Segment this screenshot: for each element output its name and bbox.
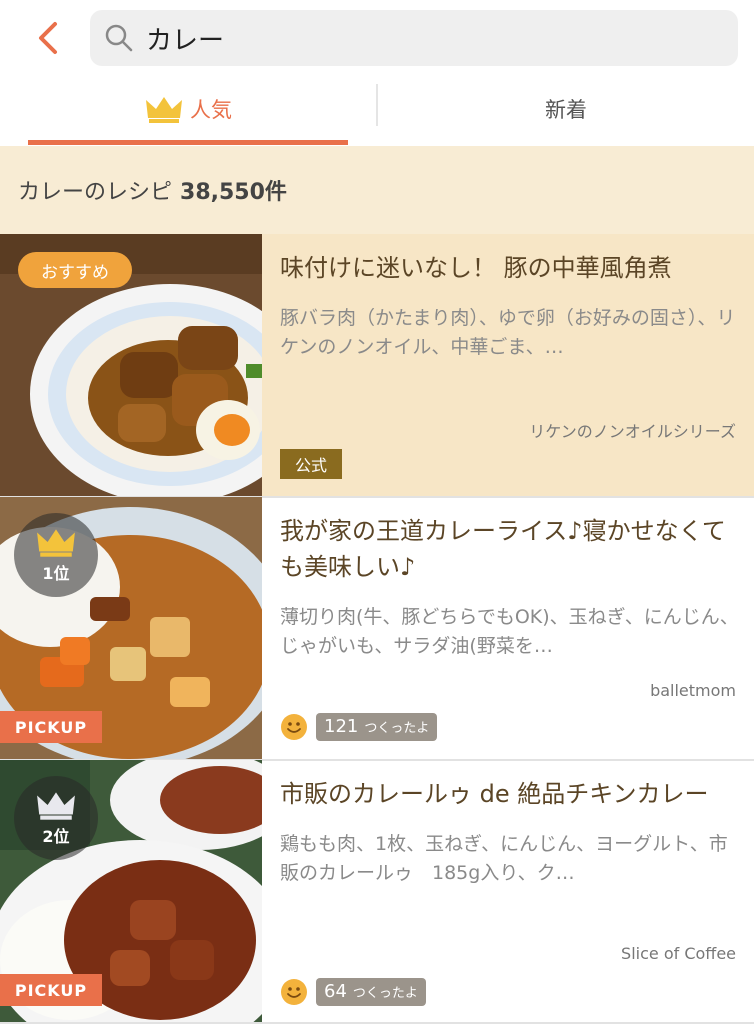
rank-label: 2位 [42, 827, 70, 846]
made-label: つくったよ [364, 721, 430, 736]
made-count-badge[interactable]: 64 つくったよ [316, 978, 426, 1006]
chevron-left-icon [39, 22, 57, 54]
result-count: 38,550件 [180, 180, 287, 205]
sort-tabs: 人気 新着 [0, 76, 754, 147]
smiley-icon [281, 979, 307, 1005]
recipe-author[interactable]: balletmom [650, 681, 736, 700]
made-label: つくったよ [352, 986, 418, 1001]
official-badge: 公式 [280, 449, 342, 479]
recipe-card[interactable]: おすすめ 味付けに迷いなし！ 豚の中華風角煮 豚バラ肉（かたまり肉）、ゆで卵（お… [0, 234, 754, 498]
crown-icon [37, 792, 75, 820]
recipe-thumbnail[interactable]: 2位 PICKUP [0, 760, 262, 1022]
rank-badge: 2位 [14, 776, 98, 860]
rank-badge: 1位 [14, 513, 98, 597]
recipe-author[interactable]: Slice of Coffee [621, 944, 736, 963]
recipe-info: 市販のカレールゥ de 絶品チキンカレー 鶏もも肉、1枚、玉ねぎ、にんじん、ヨー… [280, 776, 740, 888]
pickup-badge: PICKUP [0, 711, 102, 743]
result-count-bar: カレーのレシピ 38,550件 [0, 146, 754, 234]
top-bar: カレー [0, 0, 754, 76]
search-query[interactable]: カレー [146, 20, 224, 57]
search-field[interactable]: カレー [90, 10, 738, 66]
recipe-title[interactable]: 味付けに迷いなし！ 豚の中華風角煮 [280, 250, 740, 286]
made-count-badge[interactable]: 121 つくったよ [316, 713, 438, 741]
back-button[interactable] [26, 14, 70, 62]
recipe-card[interactable]: 2位 PICKUP 市販のカレールゥ de 絶品チキンカレー 鶏もも肉、1枚、玉… [0, 760, 754, 1024]
recipe-thumbnail[interactable]: 1位 PICKUP [0, 497, 262, 759]
made-count: 121 [324, 716, 359, 737]
smiley-icon [281, 714, 307, 740]
recipe-ingredients: 鶏もも肉、1枚、玉ねぎ、にんじん、ヨーグルト、市販のカレールゥ 185g入り、ク… [280, 833, 728, 884]
recipe-title[interactable]: 我が家の王道カレーライス♪寝かせなくても美味しい♪ [280, 513, 740, 585]
recipe-ingredients: 薄切り肉(牛、豚どちらでもOK)、玉ねぎ、にんじん、じゃがいも、サラダ油(野菜を… [280, 606, 739, 657]
recipe-thumbnail[interactable]: おすすめ [0, 234, 262, 496]
made-count: 64 [324, 981, 347, 1002]
result-label: カレーのレシピ [18, 180, 173, 205]
search-icon [105, 24, 133, 52]
tab-popular-label: 人気 [190, 98, 232, 122]
pickup-badge: PICKUP [0, 974, 102, 1006]
active-tab-indicator [28, 140, 348, 145]
tab-new-label: 新着 [545, 98, 587, 122]
recommended-badge: おすすめ [18, 252, 132, 288]
tab-popular[interactable]: 人気 [28, 76, 348, 142]
recipe-title[interactable]: 市販のカレールゥ de 絶品チキンカレー [280, 776, 740, 812]
crown-icon [37, 529, 75, 557]
rank-label: 1位 [42, 564, 70, 583]
recipe-author[interactable]: リケンのノンオイルシリーズ [529, 418, 736, 442]
recipe-ingredients: 豚バラ肉（かたまり肉）、ゆで卵（お好みの固さ）、リケンのノンオイル、中華ごま、… [280, 307, 736, 358]
tab-new[interactable]: 新着 [378, 76, 754, 142]
recipe-card[interactable]: 1位 PICKUP 我が家の王道カレーライス♪寝かせなくても美味しい♪ 薄切り肉… [0, 497, 754, 761]
crown-icon [146, 97, 182, 123]
recipe-info: 味付けに迷いなし！ 豚の中華風角煮 豚バラ肉（かたまり肉）、ゆで卵（お好みの固さ… [280, 250, 740, 362]
recipe-info: 我が家の王道カレーライス♪寝かせなくても美味しい♪ 薄切り肉(牛、豚どちらでもO… [280, 513, 740, 661]
